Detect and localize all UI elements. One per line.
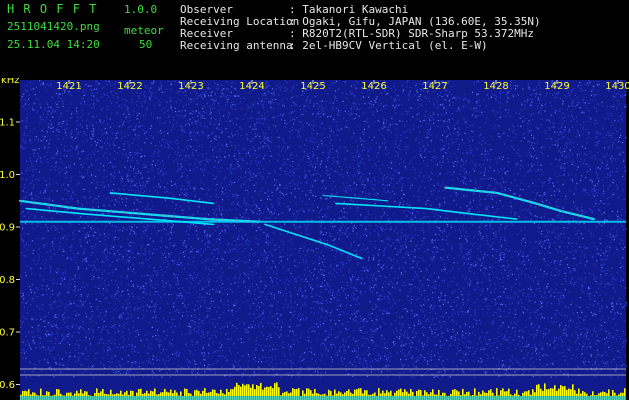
y-tick-label: 1.1 — [0, 118, 15, 129]
app-title: HROFFT — [7, 2, 106, 16]
y-axis-unit: kHz — [1, 78, 20, 86]
noise-layer — [20, 80, 628, 395]
x-tick-label: 1423 — [178, 81, 203, 92]
y-tick-label: 1.0 — [0, 170, 15, 181]
meteor-count-label: meteor — [124, 24, 164, 37]
app-version: 1.0.0 — [124, 3, 158, 16]
x-tick-label: 1430 — [605, 81, 629, 92]
x-tick-label: 1428 — [483, 81, 508, 92]
level-baseline — [20, 396, 626, 400]
header-panel: HROFFT 1.0.0 2511041420.png meteor 25.11… — [0, 0, 629, 78]
antenna-value: : 2el-HB9CV Vertical (el. E-W) — [289, 39, 488, 52]
x-tick-label: 1421 — [56, 81, 81, 92]
file-name: 2511041420.png — [7, 20, 100, 33]
x-tick-label: 1424 — [239, 81, 264, 92]
date-time: 25.11.04 14:20 — [7, 38, 100, 51]
x-tick-label: 1425 — [300, 81, 325, 92]
x-tick-label: 1427 — [422, 81, 447, 92]
x-tick-label: 1429 — [544, 81, 569, 92]
antenna-label: Receiving antenna — [180, 39, 293, 52]
y-tick-label: 0.7 — [0, 328, 15, 339]
y-tick-label: 0.9 — [0, 223, 15, 234]
meteor-count: 50 — [139, 38, 153, 51]
y-tick-label: 0.8 — [0, 275, 15, 286]
x-tick-label: 1422 — [117, 81, 142, 92]
spectrogram-chart: kHz 1421 1422 1423 1424 1425 1426 1427 1428 1429 1… — [0, 78, 629, 400]
y-tick-label: 0.6 — [0, 380, 15, 391]
x-tick-label: 1426 — [361, 81, 386, 92]
